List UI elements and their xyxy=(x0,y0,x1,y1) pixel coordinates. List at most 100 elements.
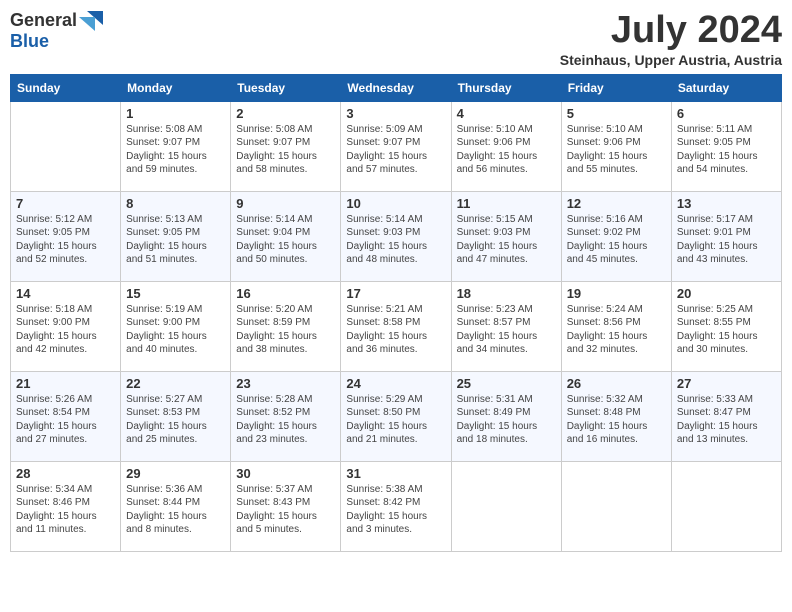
calendar-week-row: 7 Sunrise: 5:12 AM Sunset: 9:05 PM Daylig… xyxy=(11,191,782,281)
day-number: 17 xyxy=(346,286,445,301)
day-info: Sunrise: 5:27 AM Sunset: 8:53 PM Dayligh… xyxy=(126,393,225,447)
day-info: Sunrise: 5:26 AM Sunset: 8:54 PM Dayligh… xyxy=(16,393,115,447)
day-info: Sunrise: 5:33 AM Sunset: 8:47 PM Dayligh… xyxy=(677,393,776,447)
day-info: Sunrise: 5:08 AM Sunset: 9:07 PM Dayligh… xyxy=(126,123,225,177)
calendar-day-cell: 1 Sunrise: 5:08 AM Sunset: 9:07 PM Daylig… xyxy=(121,101,231,191)
day-number: 19 xyxy=(567,286,666,301)
calendar-day-cell: 22Sunrise: 5:27 AM Sunset: 8:53 PM Dayli… xyxy=(121,371,231,461)
calendar-day-cell: 26 Sunrise: 5:32 AM Sunset: 8:48 PM Dayli… xyxy=(561,371,671,461)
logo-blue-text: Blue xyxy=(10,31,49,52)
day-number: 13 xyxy=(677,196,776,211)
day-info: Sunrise: 5:37 AM Sunset: 8:43 PM Dayligh… xyxy=(236,483,335,537)
day-number: 10 xyxy=(346,196,445,211)
day-number: 8 xyxy=(126,196,225,211)
day-number: 9 xyxy=(236,196,335,211)
day-info: Sunrise: 5:32 AM Sunset: 8:48 PM Dayligh… xyxy=(567,393,666,447)
title-block: July 2024 Steinhaus, Upper Austria, Aust… xyxy=(560,10,782,68)
day-info: Sunrise: 5:21 AM Sunset: 8:58 PM Dayligh… xyxy=(346,303,445,357)
calendar-day-cell: 12Sunrise: 5:16 AM Sunset: 9:02 PM Dayli… xyxy=(561,191,671,281)
day-of-week-header: Tuesday xyxy=(231,74,341,101)
day-number: 30 xyxy=(236,466,335,481)
calendar-week-row: 21 Sunrise: 5:26 AM Sunset: 8:54 PM Dayli… xyxy=(11,371,782,461)
page-header: General Blue July 2024 Steinhaus, Upper … xyxy=(10,10,782,68)
day-number: 20 xyxy=(677,286,776,301)
day-info: Sunrise: 5:09 AM Sunset: 9:07 PM Dayligh… xyxy=(346,123,445,177)
calendar-day-cell: 14 Sunrise: 5:18 AM Sunset: 9:00 PM Dayli… xyxy=(11,281,121,371)
day-info: Sunrise: 5:10 AM Sunset: 9:06 PM Dayligh… xyxy=(457,123,556,177)
calendar-day-cell: 7 Sunrise: 5:12 AM Sunset: 9:05 PM Daylig… xyxy=(11,191,121,281)
calendar-day-cell: 17 Sunrise: 5:21 AM Sunset: 8:58 PM Dayli… xyxy=(341,281,451,371)
day-info: Sunrise: 5:36 AM Sunset: 8:44 PM Dayligh… xyxy=(126,483,225,537)
day-number: 7 xyxy=(16,196,115,211)
day-number: 1 xyxy=(126,106,225,121)
day-info: Sunrise: 5:20 AM Sunset: 8:59 PM Dayligh… xyxy=(236,303,335,357)
calendar-day-cell: 15 Sunrise: 5:19 AM Sunset: 9:00 PM Dayli… xyxy=(121,281,231,371)
day-info: Sunrise: 5:31 AM Sunset: 8:49 PM Dayligh… xyxy=(457,393,556,447)
day-info: Sunrise: 5:34 AM Sunset: 8:46 PM Dayligh… xyxy=(16,483,115,537)
day-info: Sunrise: 5:12 AM Sunset: 9:05 PM Dayligh… xyxy=(16,213,115,267)
day-number: 4 xyxy=(457,106,556,121)
day-number: 31 xyxy=(346,466,445,481)
day-number: 14 xyxy=(16,286,115,301)
day-info: Sunrise: 5:19 AM Sunset: 9:00 PM Dayligh… xyxy=(126,303,225,357)
location-subtitle: Steinhaus, Upper Austria, Austria xyxy=(560,52,782,68)
calendar-day-cell: 6Sunrise: 5:11 AM Sunset: 9:05 PM Daylig… xyxy=(671,101,781,191)
calendar-header-row: SundayMondayTuesdayWednesdayThursdayFrid… xyxy=(11,74,782,101)
calendar-week-row: 14 Sunrise: 5:18 AM Sunset: 9:00 PM Dayli… xyxy=(11,281,782,371)
day-info: Sunrise: 5:14 AM Sunset: 9:04 PM Dayligh… xyxy=(236,213,335,267)
calendar-day-cell: 25Sunrise: 5:31 AM Sunset: 8:49 PM Dayli… xyxy=(451,371,561,461)
calendar-day-cell xyxy=(561,461,671,551)
calendar-day-cell: 18Sunrise: 5:23 AM Sunset: 8:57 PM Dayli… xyxy=(451,281,561,371)
calendar-day-cell: 31Sunrise: 5:38 AM Sunset: 8:42 PM Dayli… xyxy=(341,461,451,551)
day-info: Sunrise: 5:18 AM Sunset: 9:00 PM Dayligh… xyxy=(16,303,115,357)
logo-general-text: General xyxy=(10,10,77,31)
day-of-week-header: Saturday xyxy=(671,74,781,101)
day-info: Sunrise: 5:14 AM Sunset: 9:03 PM Dayligh… xyxy=(346,213,445,267)
day-number: 24 xyxy=(346,376,445,391)
day-of-week-header: Thursday xyxy=(451,74,561,101)
calendar-day-cell: 30 Sunrise: 5:37 AM Sunset: 8:43 PM Dayli… xyxy=(231,461,341,551)
calendar-day-cell xyxy=(451,461,561,551)
day-info: Sunrise: 5:16 AM Sunset: 9:02 PM Dayligh… xyxy=(567,213,666,267)
calendar-day-cell: 10 Sunrise: 5:14 AM Sunset: 9:03 PM Dayli… xyxy=(341,191,451,281)
calendar-day-cell: 23Sunrise: 5:28 AM Sunset: 8:52 PM Dayli… xyxy=(231,371,341,461)
day-number: 26 xyxy=(567,376,666,391)
day-info: Sunrise: 5:29 AM Sunset: 8:50 PM Dayligh… xyxy=(346,393,445,447)
day-info: Sunrise: 5:25 AM Sunset: 8:55 PM Dayligh… xyxy=(677,303,776,357)
calendar-day-cell: 4 Sunrise: 5:10 AM Sunset: 9:06 PM Daylig… xyxy=(451,101,561,191)
day-info: Sunrise: 5:23 AM Sunset: 8:57 PM Dayligh… xyxy=(457,303,556,357)
day-number: 15 xyxy=(126,286,225,301)
calendar-week-row: 28Sunrise: 5:34 AM Sunset: 8:46 PM Dayli… xyxy=(11,461,782,551)
calendar-day-cell: 9 Sunrise: 5:14 AM Sunset: 9:04 PM Daylig… xyxy=(231,191,341,281)
day-info: Sunrise: 5:15 AM Sunset: 9:03 PM Dayligh… xyxy=(457,213,556,267)
day-number: 16 xyxy=(236,286,335,301)
month-title: July 2024 xyxy=(560,10,782,52)
day-info: Sunrise: 5:28 AM Sunset: 8:52 PM Dayligh… xyxy=(236,393,335,447)
day-info: Sunrise: 5:10 AM Sunset: 9:06 PM Dayligh… xyxy=(567,123,666,177)
day-info: Sunrise: 5:17 AM Sunset: 9:01 PM Dayligh… xyxy=(677,213,776,267)
calendar-day-cell: 29 Sunrise: 5:36 AM Sunset: 8:44 PM Dayli… xyxy=(121,461,231,551)
calendar-table: SundayMondayTuesdayWednesdayThursdayFrid… xyxy=(10,74,782,552)
logo: General Blue xyxy=(10,10,103,52)
day-info: Sunrise: 5:24 AM Sunset: 8:56 PM Dayligh… xyxy=(567,303,666,357)
day-info: Sunrise: 5:11 AM Sunset: 9:05 PM Dayligh… xyxy=(677,123,776,177)
calendar-day-cell: 27Sunrise: 5:33 AM Sunset: 8:47 PM Dayli… xyxy=(671,371,781,461)
day-number: 21 xyxy=(16,376,115,391)
calendar-day-cell: 13 Sunrise: 5:17 AM Sunset: 9:01 PM Dayli… xyxy=(671,191,781,281)
calendar-day-cell xyxy=(671,461,781,551)
calendar-day-cell: 11 Sunrise: 5:15 AM Sunset: 9:03 PM Dayli… xyxy=(451,191,561,281)
day-number: 2 xyxy=(236,106,335,121)
day-number: 29 xyxy=(126,466,225,481)
calendar-day-cell: 8 Sunrise: 5:13 AM Sunset: 9:05 PM Daylig… xyxy=(121,191,231,281)
calendar-day-cell: 3 Sunrise: 5:09 AM Sunset: 9:07 PM Daylig… xyxy=(341,101,451,191)
calendar-day-cell: 16 Sunrise: 5:20 AM Sunset: 8:59 PM Dayli… xyxy=(231,281,341,371)
day-number: 3 xyxy=(346,106,445,121)
calendar-day-cell: 2Sunrise: 5:08 AM Sunset: 9:07 PM Daylig… xyxy=(231,101,341,191)
day-of-week-header: Monday xyxy=(121,74,231,101)
day-info: Sunrise: 5:13 AM Sunset: 9:05 PM Dayligh… xyxy=(126,213,225,267)
day-of-week-header: Wednesday xyxy=(341,74,451,101)
day-of-week-header: Friday xyxy=(561,74,671,101)
day-number: 11 xyxy=(457,196,556,211)
day-number: 5 xyxy=(567,106,666,121)
calendar-day-cell: 21 Sunrise: 5:26 AM Sunset: 8:54 PM Dayli… xyxy=(11,371,121,461)
